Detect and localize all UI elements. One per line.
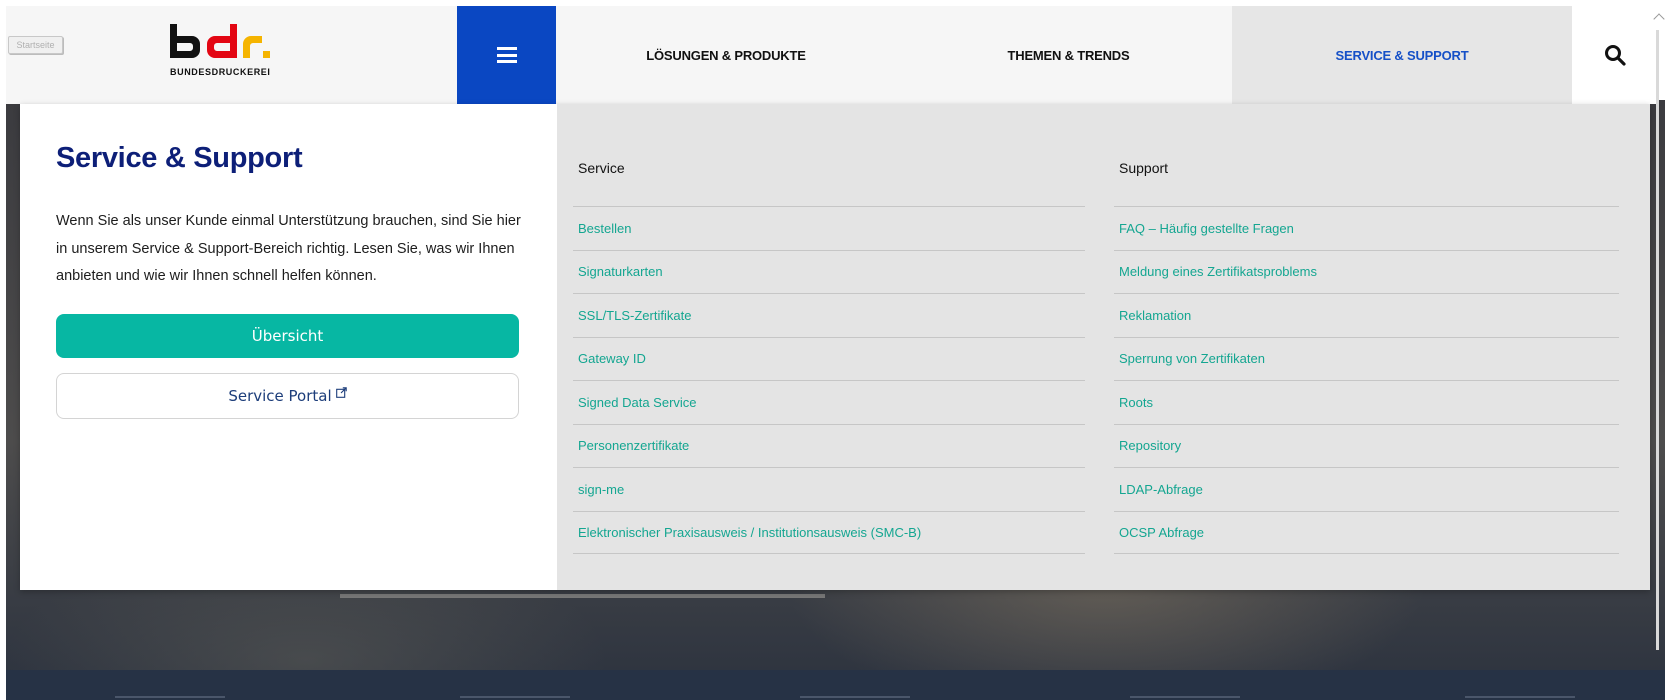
- scrollbar-track[interactable]: [1656, 30, 1659, 650]
- uebersicht-button[interactable]: Übersicht: [56, 314, 519, 358]
- link-signaturkarten[interactable]: Signaturkarten: [573, 249, 1085, 294]
- support-heading: Support: [1119, 160, 1169, 176]
- footer-dash: [1465, 696, 1575, 698]
- footer-dash: [800, 696, 910, 698]
- service-portal-button[interactable]: Service Portal: [56, 373, 519, 419]
- mega-menu-links: Service Bestellen Signaturkarten SSL/TLS…: [557, 104, 1650, 590]
- link-reklamation[interactable]: Reklamation: [1114, 293, 1619, 337]
- nav-service-support[interactable]: SERVICE & SUPPORT: [1232, 6, 1572, 104]
- link-personenzertifikate[interactable]: Personenzertifikate: [573, 423, 1085, 468]
- link-bestellen[interactable]: Bestellen: [573, 206, 1085, 250]
- service-portal-label: Service Portal: [228, 387, 332, 405]
- mega-menu-intro: Service & Support Wenn Sie als unser Kun…: [20, 104, 557, 590]
- service-link-list: Bestellen Signaturkarten SSL/TLS-Zertifi…: [573, 206, 1085, 554]
- mega-menu-description: Wenn Sie als unser Kunde einmal Unterstü…: [56, 213, 521, 284]
- link-ldap-abfrage[interactable]: LDAP-Abfrage: [1114, 467, 1619, 511]
- search-button[interactable]: [1572, 6, 1658, 104]
- link-ocsp-abfrage[interactable]: OCSP Abfrage: [1114, 510, 1619, 554]
- footer-dash: [115, 696, 225, 698]
- link-zertifikatsproblem-melden[interactable]: Meldung eines Zertifikatsproblems: [1114, 249, 1619, 294]
- service-heading: Service: [578, 160, 625, 176]
- hamburger-icon: [496, 47, 517, 63]
- hero-divider: [340, 594, 825, 598]
- footer-dash: [460, 696, 570, 698]
- service-support-mega-menu: Service & Support Wenn Sie als unser Kun…: [20, 104, 1650, 590]
- link-praxisausweis-smc-b[interactable]: Elektronischer Praxisausweis / Instituti…: [573, 510, 1085, 554]
- external-link-icon: [335, 387, 347, 398]
- hamburger-menu-button[interactable]: [457, 6, 556, 104]
- bundesdruckerei-logo[interactable]: BUNDESDRUCKEREI: [170, 22, 290, 84]
- mega-menu-title: Service & Support: [56, 142, 303, 174]
- link-repository[interactable]: Repository: [1114, 423, 1619, 468]
- bdr-logo-mark: [170, 24, 270, 58]
- link-signed-data-service[interactable]: Signed Data Service: [573, 380, 1085, 424]
- logo-wordmark: BUNDESDRUCKEREI: [170, 67, 271, 77]
- footer-dash: [1130, 696, 1240, 698]
- nav-themen-trends[interactable]: THEMEN & TRENDS: [896, 6, 1241, 104]
- nav-loesungen-produkte[interactable]: LÖSUNGEN & PRODUKTE: [556, 6, 896, 104]
- link-sign-me[interactable]: sign-me: [573, 467, 1085, 511]
- link-ssl-tls-zertifikate[interactable]: SSL/TLS-Zertifikate: [573, 293, 1085, 337]
- support-link-list: FAQ – Häufig gestellte Fragen Meldung ei…: [1114, 206, 1619, 554]
- link-gateway-id[interactable]: Gateway ID: [573, 336, 1085, 381]
- search-icon: [1605, 45, 1626, 66]
- link-sperrung-zertifikate[interactable]: Sperrung von Zertifikaten: [1114, 336, 1619, 381]
- startseite-button[interactable]: Startseite: [8, 36, 63, 54]
- link-roots[interactable]: Roots: [1114, 380, 1619, 424]
- link-faq[interactable]: FAQ – Häufig gestellte Fragen: [1114, 206, 1619, 250]
